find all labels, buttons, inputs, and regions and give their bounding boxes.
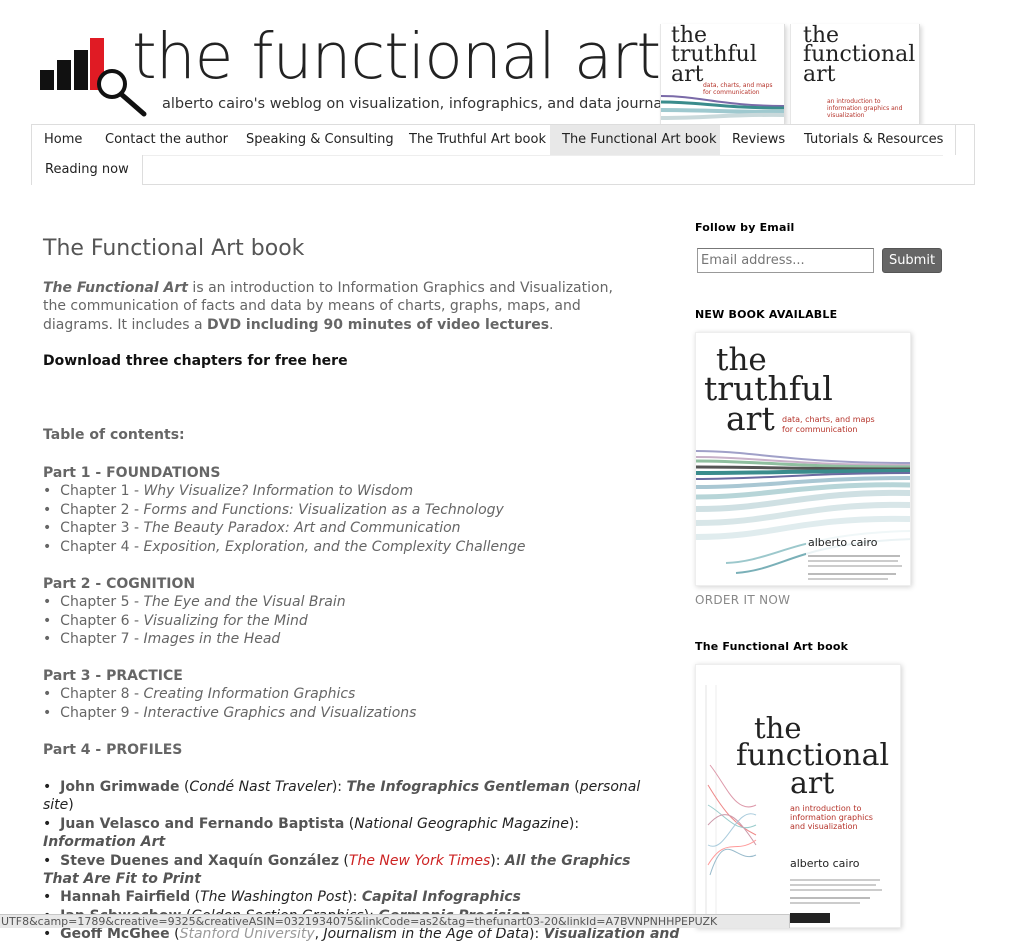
cover-title: the truthful art [671, 24, 757, 87]
svg-text:alberto cairo: alberto cairo [808, 536, 878, 549]
svg-text:information graphics: information graphics [790, 813, 873, 822]
site-tagline: alberto cairo's weblog on visualization,… [162, 96, 693, 112]
tab-reviews[interactable]: Reviews [720, 125, 799, 155]
post-title: The Functional Art book [43, 236, 305, 261]
nav-row-divider [32, 155, 943, 156]
chapter-item[interactable]: • Chapter 1 - Why Visualize? Information… [43, 482, 663, 500]
chapter-item[interactable]: • Chapter 3 - The Beauty Paradox: Art an… [43, 519, 663, 537]
book-title-emphasis: The Functional Art [43, 280, 188, 296]
tab-home[interactable]: Home [32, 125, 96, 155]
tab-truthful-art-book[interactable]: The Truthful Art book [397, 125, 559, 155]
site-title[interactable]: the functional art [132, 22, 661, 92]
chapter-item[interactable]: • Chapter 5 - The Eye and the Visual Bra… [43, 593, 663, 611]
chapter-item[interactable]: • Chapter 2 - Forms and Functions: Visua… [43, 501, 663, 519]
header-functional-art-cover[interactable]: the functional art an introduction to in… [790, 24, 920, 124]
svg-text:alberto cairo: alberto cairo [790, 857, 860, 870]
svg-text:art: art [790, 766, 834, 801]
part-title: Part 2 - COGNITION [43, 576, 196, 592]
site-header: the functional art alberto cairo's weblo… [0, 0, 1032, 124]
svg-text:data, charts, and maps: data, charts, and maps [782, 415, 875, 424]
profile-item: • Geoff McGhee (Stanford University, Jou… [43, 926, 680, 943]
chapter-item[interactable]: • Chapter 8 - Creating Information Graph… [43, 685, 663, 703]
cover-title: the functional art [803, 24, 916, 87]
profile-item: • Juan Velasco and Fernando Baptista (Na… [43, 815, 580, 851]
follow-by-email-heading: Follow by Email [695, 221, 795, 234]
chapter-item[interactable]: • Chapter 4 - Exposition, Exploration, a… [43, 538, 663, 556]
tab-speaking-consulting[interactable]: Speaking & Consulting [234, 125, 407, 155]
toc-part-4: Part 4 - PROFILES [43, 741, 663, 759]
functional-art-heading: The Functional Art book [695, 640, 849, 653]
part-title: Part 1 - FOUNDATIONS [43, 465, 221, 481]
svg-text:and visualization: and visualization [790, 822, 858, 831]
download-chapters-link[interactable]: Download three chapters for free here [43, 353, 348, 369]
toc-part-2: Part 2 - COGNITION • Chapter 5 - The Eye… [43, 575, 663, 649]
chapter-item[interactable]: • Chapter 6 - Visualizing for the Mind [43, 612, 663, 630]
chapter-item[interactable]: • Chapter 7 - Images in the Head [43, 630, 663, 648]
flow-lines-illustration [661, 95, 784, 120]
part-title: Part 3 - PRACTICE [43, 668, 183, 684]
tab-tutorials-resources[interactable]: Tutorials & Resources [792, 125, 957, 155]
tab-functional-art-book[interactable]: The Functional Art book [550, 125, 730, 155]
submit-button[interactable]: Submit [882, 248, 942, 273]
profile-item: • Hannah Fairfield (The Washington Post)… [43, 889, 521, 906]
cover-subtitle: an introduction to information graphics … [827, 98, 903, 120]
post-intro: The Functional Art is an introduction to… [43, 280, 613, 333]
browser-status-bar: UTF8&camp=1789&creative=9325&creativeASI… [0, 914, 790, 928]
toc-part-1: Part 1 - FOUNDATIONS • Chapter 1 - Why V… [43, 464, 663, 556]
truthful-art-cover-art: the truthful art data, charts, and maps … [696, 333, 910, 585]
email-input[interactable] [697, 248, 874, 273]
svg-text:art: art [726, 399, 775, 438]
nyt-link[interactable]: The New York Times [349, 853, 490, 869]
profile-item: • John Grimwade (Condé Nast Traveler): T… [43, 779, 641, 814]
svg-text:for communication: for communication [782, 425, 857, 434]
new-book-heading: NEW BOOK AVAILABLE [695, 308, 838, 321]
part-title: Part 4 - PROFILES [43, 742, 183, 758]
truthful-art-book-cover[interactable]: the truthful art data, charts, and maps … [695, 332, 911, 586]
chapter-item[interactable]: • Chapter 9 - Interactive Graphics and V… [43, 704, 663, 722]
svg-text:an introduction to: an introduction to [790, 804, 862, 813]
toc-heading: Table of contents: [43, 427, 185, 443]
dvd-emphasis: DVD including 90 minutes of video lectur… [206, 316, 550, 333]
tab-reading-now[interactable]: Reading now [32, 155, 143, 185]
toc-part-3: Part 3 - PRACTICE • Chapter 8 - Creating… [43, 667, 663, 722]
main-nav: Home Contact the author Speaking & Consu… [31, 124, 975, 185]
profile-item: • Steve Duenes and Xaquín González (The … [43, 852, 631, 888]
tab-contact-the-author[interactable]: Contact the author [93, 125, 242, 155]
order-it-now-link[interactable]: ORDER IT NOW [695, 593, 790, 607]
functional-art-cover-art: the functional art an introduction to in… [696, 665, 900, 927]
functional-art-book-cover[interactable]: the functional art an introduction to in… [695, 664, 901, 928]
header-truthful-art-cover[interactable]: the truthful art data, charts, and maps … [660, 24, 785, 124]
